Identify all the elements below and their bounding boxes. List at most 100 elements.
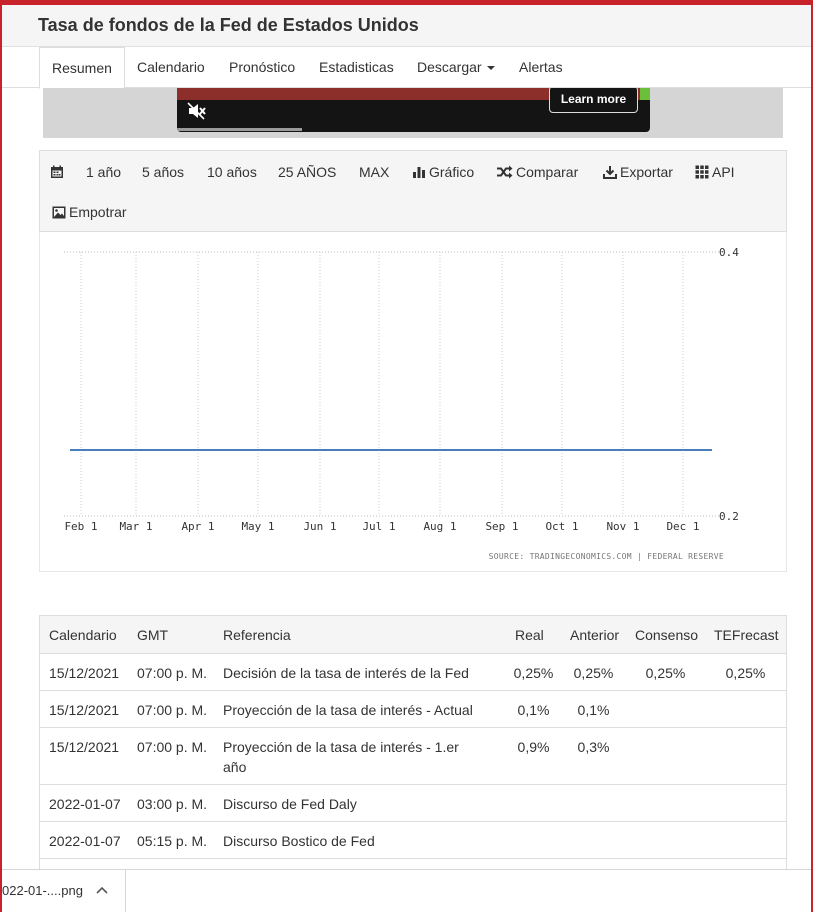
x-tick-label: Sep 1 <box>485 520 518 533</box>
cell-time: 03:00 p. M. <box>128 784 214 822</box>
shuffle-icon <box>497 165 513 179</box>
download-bar: 022-01-....png <box>2 869 811 912</box>
data-point <box>501 449 503 451</box>
cell-previous <box>561 821 626 859</box>
cell-consensus <box>626 784 705 822</box>
cell-previous: 0,3% <box>561 727 626 785</box>
range-10-years[interactable]: 10 años <box>207 163 257 181</box>
line-chart: 0.4 0.2 Feb 1 Mar 1 Apr 1 May 1 Jun 1 Jul 1 Aug … <box>64 246 739 561</box>
ad-progress-bar[interactable] <box>177 128 302 131</box>
cell-event[interactable]: Proyección de la tasa de interés - Actua… <box>214 690 506 728</box>
image-icon <box>52 206 66 219</box>
x-tick-label: Dec 1 <box>666 520 699 533</box>
cell-date: 15/12/2021 <box>40 653 128 691</box>
api-button[interactable]: API <box>695 163 735 181</box>
download-icon <box>603 166 617 179</box>
caret-down-icon <box>486 66 495 71</box>
tab-alertas[interactable]: Alertas <box>519 47 563 88</box>
tab-bar: Resumen Calendario Pronóstico Estadistic… <box>2 47 811 89</box>
y-tick-label: 0.2 <box>719 510 739 523</box>
cell-actual: 0,9% <box>506 727 561 785</box>
cell-event[interactable]: Proyección de la tasa de interés - 1.er … <box>214 727 506 785</box>
tab-resumen[interactable]: Resumen <box>39 47 125 89</box>
range-1-year[interactable]: 1 año <box>86 163 121 181</box>
data-point <box>135 449 137 451</box>
data-point <box>378 449 380 451</box>
cell-teforecast <box>705 784 786 822</box>
cell-time: 07:00 p. M. <box>128 690 214 728</box>
table-row[interactable]: 2022-01-07 03:00 p. M. Discurso de Fed D… <box>40 784 786 822</box>
data-point <box>257 449 259 451</box>
table-header-row: Calendario GMT Referencia Real Anterior … <box>40 615 786 654</box>
tab-estadisticas[interactable]: Estadisticas <box>319 47 394 88</box>
x-tick-label: Aug 1 <box>423 520 456 533</box>
tab-pronostico[interactable]: Pronóstico <box>229 47 295 88</box>
cell-actual: 0,1% <box>506 690 561 728</box>
range-max[interactable]: MAX <box>359 163 389 181</box>
grid-icon <box>695 165 709 179</box>
empotrar-button[interactable]: Empotrar <box>52 203 127 221</box>
cell-date: 15/12/2021 <box>40 727 128 785</box>
ad-image-accent <box>640 88 650 100</box>
table-row[interactable]: 15/12/2021 07:00 p. M. Proyección de la … <box>40 690 786 728</box>
ad-video[interactable]: Learn more <box>177 88 650 132</box>
cell-previous: 0,1% <box>561 690 626 728</box>
cell-consensus <box>626 821 705 859</box>
col-header-referencia: Referencia <box>214 615 506 654</box>
cell-previous <box>561 784 626 822</box>
table-row[interactable] <box>40 858 786 869</box>
download-item[interactable]: 022-01-....png <box>2 870 126 912</box>
x-tick-label: Feb 1 <box>64 520 97 533</box>
table-row[interactable]: 15/12/2021 07:00 p. M. Decisión de la ta… <box>40 653 786 691</box>
mute-icon[interactable] <box>187 102 207 120</box>
exportar-button[interactable]: Exportar <box>603 163 673 181</box>
calendar-table: Calendario GMT Referencia Real Anterior … <box>40 615 786 869</box>
cell-time: 07:00 p. M. <box>128 653 214 691</box>
download-file-name[interactable]: 022-01-....png <box>2 883 83 898</box>
table-row[interactable]: 15/12/2021 07:00 p. M. Proyección de la … <box>40 727 786 785</box>
tab-calendario[interactable]: Calendario <box>137 47 205 88</box>
cell-date: 15/12/2021 <box>40 690 128 728</box>
col-header-tefrecast: TEFrecast <box>705 615 786 654</box>
comparar-label: Comparar <box>516 164 579 180</box>
api-label: API <box>712 164 735 180</box>
grafico-label: Gráfico <box>429 164 475 180</box>
cell-event[interactable]: Decisión de la tasa de interés de la Fed <box>214 653 506 691</box>
calendar-table-container: Calendario GMT Referencia Real Anterior … <box>39 615 787 869</box>
comparar-button[interactable]: Comparar <box>496 163 578 181</box>
tab-descargar[interactable]: Descargar <box>417 47 495 88</box>
cell-teforecast <box>705 690 786 728</box>
data-point <box>439 449 441 451</box>
range-25-years[interactable]: 25 AÑOS <box>278 163 336 181</box>
col-header-anterior: Anterior <box>561 615 626 654</box>
page-header: Tasa de fondos de la Fed de Estados Unid… <box>2 5 811 47</box>
x-tick-label: Mar 1 <box>119 520 152 533</box>
cell-consensus: 0,25% <box>626 653 705 691</box>
calendar-icon[interactable] <box>50 163 67 181</box>
data-point <box>197 449 199 451</box>
col-header-real: Real <box>506 615 561 654</box>
cell-previous: 0,25% <box>561 653 626 691</box>
tab-descargar-label: Descargar <box>417 59 482 75</box>
cell-date: 2022-01-07 <box>40 784 128 822</box>
cell-actual <box>506 784 561 822</box>
chevron-up-icon[interactable] <box>96 886 108 894</box>
cell-event[interactable]: Discurso de Fed Daly <box>214 784 506 822</box>
col-header-consenso: Consenso <box>626 615 705 654</box>
data-point <box>682 449 684 451</box>
table-row[interactable]: 2022-01-07 05:15 p. M. Discurso Bostico … <box>40 821 786 859</box>
x-tick-label: May 1 <box>241 520 274 533</box>
data-point <box>622 449 624 451</box>
cell-teforecast <box>705 727 786 785</box>
learn-more-button[interactable]: Learn more <box>549 88 638 113</box>
cell-date: 2022-01-07 <box>40 821 128 859</box>
grafico-button[interactable]: Gráfico <box>412 163 474 181</box>
cell-consensus <box>626 727 705 785</box>
cell-consensus <box>626 690 705 728</box>
cell-event[interactable]: Discurso Bostico de Fed <box>214 821 506 859</box>
empotrar-label: Empotrar <box>69 204 127 220</box>
data-point <box>80 449 82 451</box>
page-title: Tasa de fondos de la Fed de Estados Unid… <box>38 15 419 35</box>
range-5-years[interactable]: 5 años <box>142 163 184 181</box>
window-frame-left <box>0 0 2 912</box>
